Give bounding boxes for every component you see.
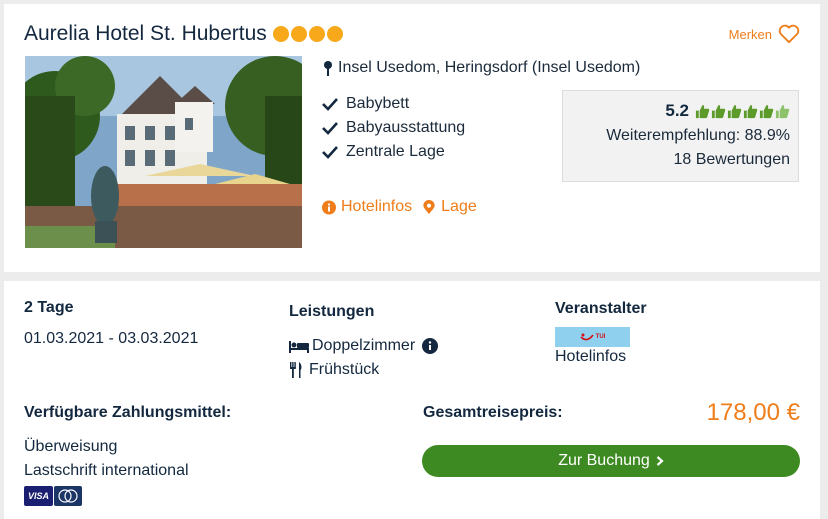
hotel-location: Insel Usedom, Heringsdorf (Insel Usedom) (322, 59, 640, 77)
operator-logo-text: TUI (595, 334, 606, 340)
visa-icon: VISA (24, 486, 53, 506)
feature-item: Babyausstattung (322, 116, 465, 140)
book-button-label: Zur Buchung (558, 452, 650, 469)
lage-link[interactable]: Lage (422, 198, 477, 216)
card-logos: VISA (24, 486, 82, 506)
checkmark-icon (322, 98, 338, 111)
heart-icon (778, 24, 800, 44)
bookmark-label: Merken (728, 26, 772, 42)
room-type: Doppelzimmer (289, 337, 439, 355)
services-heading: Leistungen (289, 303, 375, 320)
cutlery-icon (290, 362, 302, 378)
star-icon (290, 26, 307, 42)
trip-duration: 2 Tage (24, 299, 74, 316)
board-type: Frühstück (289, 361, 379, 379)
book-button[interactable]: Zur Buchung (422, 445, 800, 477)
hotelinfos-link[interactable]: Hotelinfos (322, 198, 412, 216)
location-pin-icon (324, 61, 332, 76)
location-text: Insel Usedom, Heringsdorf (Insel Usedom) (338, 59, 641, 76)
offer-card: 2 Tage 01.03.2021 - 03.03.2021 Leistunge… (4, 281, 820, 519)
checkmark-icon (322, 146, 338, 159)
info-icon (322, 200, 336, 214)
feature-label: Babyausstattung (346, 119, 466, 136)
recommendation-rate: Weiterempfehlung: 88.9% (606, 127, 790, 144)
chevron-right-icon (656, 456, 664, 466)
review-count[interactable]: 18 Bewertungen (563, 151, 790, 169)
lage-label: Lage (441, 198, 477, 215)
hotel-links: Hotelinfos Lage (322, 198, 477, 216)
payment-method: Lastschrift international (24, 462, 189, 479)
total-price: 178,00 € (706, 399, 800, 426)
thumbs-up-icon (743, 104, 758, 118)
thumbs-up-icon (727, 104, 742, 118)
room-label: Doppelzimmer (312, 337, 416, 354)
feature-label: Babybett (346, 95, 410, 112)
star-icon (308, 26, 325, 42)
board-label: Frühstück (309, 361, 380, 378)
thumbs-up-icon (759, 104, 774, 118)
tui-smile-icon (580, 333, 594, 340)
bed-icon (289, 341, 309, 353)
map-marker-icon (423, 199, 435, 214)
thumbs-up-icon (711, 104, 726, 118)
star-icon (272, 26, 289, 42)
star-rating (272, 26, 343, 42)
payment-method: Überweisung (24, 438, 118, 455)
info-icon[interactable] (422, 338, 439, 354)
hotel-photo[interactable] (25, 56, 302, 248)
hotel-title[interactable]: Aurelia Hotel St. Hubertus (24, 22, 343, 46)
rating-box[interactable]: 5.2 Weiterempfehlung: 88.9% 18 Bewertung… (562, 90, 799, 182)
operator-hotelinfos-link[interactable]: Hotelinfos (555, 348, 626, 366)
mastercard-icon (54, 486, 82, 506)
hotel-card: Aurelia Hotel St. Hubertus Merken Insel … (4, 4, 820, 272)
hotelinfos-label: Hotelinfos (341, 198, 413, 215)
payment-heading: Verfügbare Zahlungsmittel: (24, 404, 232, 421)
feature-item: Zentrale Lage (322, 140, 465, 164)
operator-heading: Veranstalter (555, 300, 647, 317)
feature-list: Babybett Babyausstattung Zentrale Lage (322, 92, 465, 164)
feature-item: Babybett (322, 92, 465, 116)
bookmark-button[interactable]: Merken (729, 24, 800, 44)
trip-dates: 01.03.2021 - 03.03.2021 (24, 330, 199, 347)
hotel-name[interactable]: Aurelia Hotel St. Hubertus (24, 22, 267, 46)
checkmark-icon (322, 122, 338, 135)
score-row: 5.2 (563, 101, 790, 121)
star-icon (326, 26, 343, 42)
rating-score: 5.2 (665, 101, 689, 120)
feature-label: Zentrale Lage (346, 143, 445, 160)
total-price-label: Gesamtreisepreis: (423, 404, 563, 421)
thumbs-up-icon (695, 104, 710, 118)
operator-logo: TUI (555, 327, 630, 347)
thumbs-rating (695, 104, 790, 119)
thumbs-up-icon (775, 104, 790, 118)
